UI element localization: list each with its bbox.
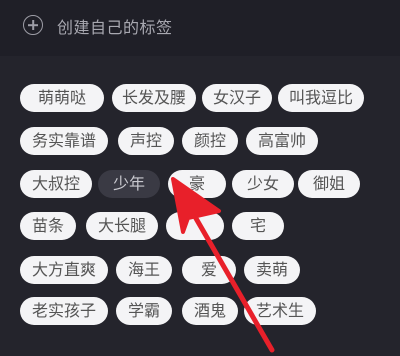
tag-chip[interactable]: 萌萌哒 — [20, 84, 104, 112]
tag-chip[interactable]: 颜控 — [182, 127, 238, 155]
tag-chip[interactable]: 长发及腰 — [112, 84, 196, 112]
create-tag-row[interactable]: 创建自己的标签 — [0, 0, 400, 56]
tag-chip[interactable] — [166, 212, 224, 240]
tag-chip[interactable]: 声控 — [118, 127, 174, 155]
tag-chip[interactable]: 务实靠谱 — [20, 127, 108, 155]
tag-chip[interactable]: 高富帅 — [246, 127, 318, 155]
tag-chip-selected[interactable]: 少年 — [98, 170, 160, 198]
tag-chip[interactable]: 大长腿 — [86, 212, 158, 240]
tag-chip[interactable]: 海王 — [116, 256, 172, 284]
create-tag-label[interactable]: 创建自己的标签 — [57, 14, 173, 38]
tag-chip[interactable]: 宅 — [232, 212, 284, 240]
tag-chip[interactable]: 爱 — [182, 256, 236, 284]
tag-chip[interactable]: 豪 — [168, 170, 226, 198]
tag-chip[interactable]: 大叔控 — [20, 170, 92, 198]
tag-chip[interactable]: 酒鬼 — [182, 297, 238, 325]
tag-chip[interactable]: 艺术生 — [244, 297, 316, 325]
tag-chip[interactable]: 学霸 — [116, 297, 172, 325]
tag-chip[interactable]: 老实孩子 — [20, 297, 108, 325]
tag-chip[interactable]: 大方直爽 — [20, 256, 108, 284]
tag-chip[interactable]: 御姐 — [298, 170, 360, 198]
tag-chip[interactable]: 苗条 — [20, 212, 76, 240]
tag-chip[interactable]: 叫我逗比 — [278, 84, 364, 112]
tag-chip[interactable]: 女汉子 — [202, 84, 272, 112]
tag-chip[interactable]: 少女 — [232, 170, 294, 198]
add-circle-icon[interactable] — [23, 15, 43, 35]
tag-selection-page: 创建自己的标签 萌萌哒 长发及腰 女汉子 叫我逗比 务实靠谱 声控 颜控 高富帅… — [0, 0, 400, 356]
tag-chip[interactable]: 卖萌 — [244, 256, 300, 284]
